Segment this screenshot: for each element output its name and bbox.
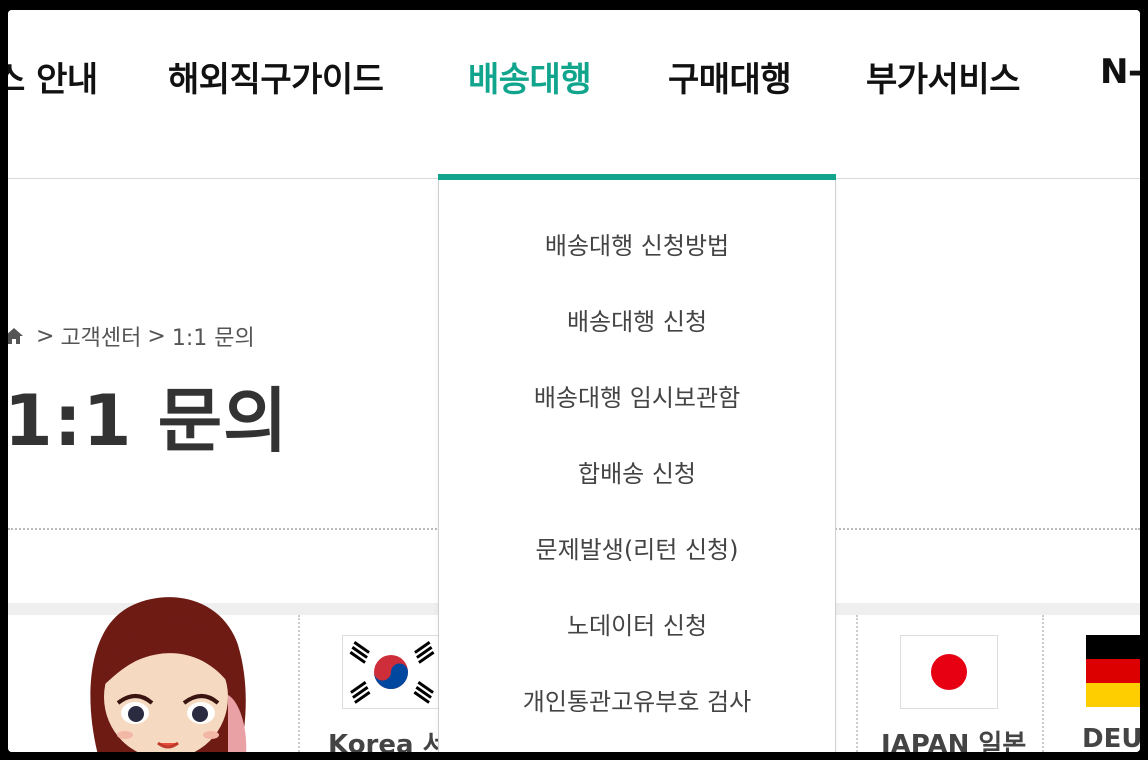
- dropdown-item-combined-shipping[interactable]: 합배송 신청: [439, 454, 835, 489]
- card-divider: [298, 615, 300, 752]
- dropdown-item-problem-return[interactable]: 문제발생(리턴 신청): [439, 530, 835, 565]
- breadcrumb-separator: >: [36, 323, 55, 349]
- dropdown-item-customs-code-check[interactable]: 개인통관고유부호 검사: [439, 682, 835, 717]
- korea-card-label[interactable]: Korea 서: [328, 724, 447, 752]
- nav-item-additional-services[interactable]: 부가서비스: [866, 52, 1020, 101]
- browser-viewport: 스 안내 해외직구가이드 배송대행 구매대행 부가서비스 N- > 고객센터 >…: [8, 10, 1140, 752]
- breadcrumb: > 고객센터 > 1:1 문의: [8, 320, 255, 352]
- japan-card-label[interactable]: JAPAN 일본: [881, 724, 1026, 752]
- germany-card-label[interactable]: DEU: [1082, 724, 1140, 752]
- avatar: [78, 585, 258, 752]
- nav-item-n[interactable]: N-: [1100, 52, 1140, 92]
- shipping-agent-dropdown: 배송대행 신청방법 배송대행 신청 배송대행 임시보관함 합배송 신청 문제발생…: [438, 180, 836, 752]
- breadcrumb-current: 1:1 문의: [171, 326, 255, 351]
- card-divider: [856, 615, 858, 752]
- breadcrumb-customer-center[interactable]: 고객센터: [60, 320, 141, 352]
- nav-item-purchase-agent[interactable]: 구매대행: [668, 52, 792, 101]
- korea-flag-icon: [342, 635, 440, 709]
- dropdown-item-no-data[interactable]: 노데이터 신청: [439, 606, 835, 641]
- germany-flag-icon: [1086, 635, 1140, 707]
- dropdown-item-temporary-storage[interactable]: 배송대행 임시보관함: [439, 378, 835, 413]
- breadcrumb-separator: >: [147, 323, 166, 349]
- nav-item-service-guide[interactable]: 스 안내: [8, 52, 98, 101]
- home-icon[interactable]: [8, 326, 24, 346]
- card-divider: [1042, 615, 1044, 752]
- nav-item-shipping-agent[interactable]: 배송대행: [468, 52, 592, 101]
- dropdown-item-how-to-apply[interactable]: 배송대행 신청방법: [439, 226, 835, 261]
- nav-item-overseas-guide[interactable]: 해외직구가이드: [168, 52, 384, 101]
- page-title: 1:1 문의: [8, 380, 289, 462]
- dropdown-item-apply[interactable]: 배송대행 신청: [439, 302, 835, 337]
- japan-flag-icon: [900, 635, 998, 709]
- top-navigation: 스 안내 해외직구가이드 배송대행 구매대행 부가서비스 N-: [8, 10, 1140, 180]
